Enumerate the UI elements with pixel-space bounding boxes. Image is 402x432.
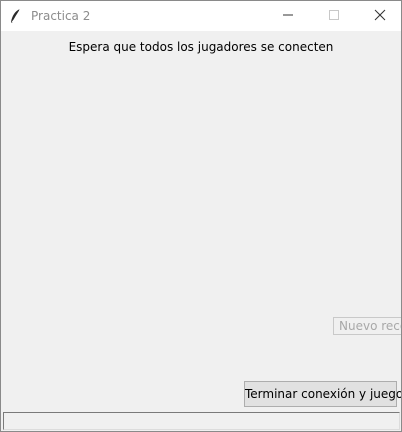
maximize-button[interactable]	[311, 1, 357, 31]
maximize-icon	[328, 9, 340, 24]
bottom-text-field[interactable]	[3, 412, 400, 430]
close-icon	[374, 9, 386, 24]
status-label: Espera que todos los jugadores se conect…	[68, 40, 334, 54]
minimize-icon	[282, 9, 294, 24]
app-window: Practica 2 Espera que todos los jugadore…	[0, 0, 402, 432]
feather-icon	[9, 8, 23, 24]
minimize-button[interactable]	[265, 1, 311, 31]
end-connection-button[interactable]: Terminar conexión y juego	[244, 381, 401, 407]
window-title: Practica 2	[31, 9, 91, 23]
main-content: Espera que todos los jugadores se conect…	[1, 31, 401, 431]
new-record-input[interactable]: Nuevo recor	[333, 317, 401, 335]
title-bar[interactable]: Practica 2	[1, 1, 401, 31]
close-button[interactable]	[357, 1, 401, 31]
